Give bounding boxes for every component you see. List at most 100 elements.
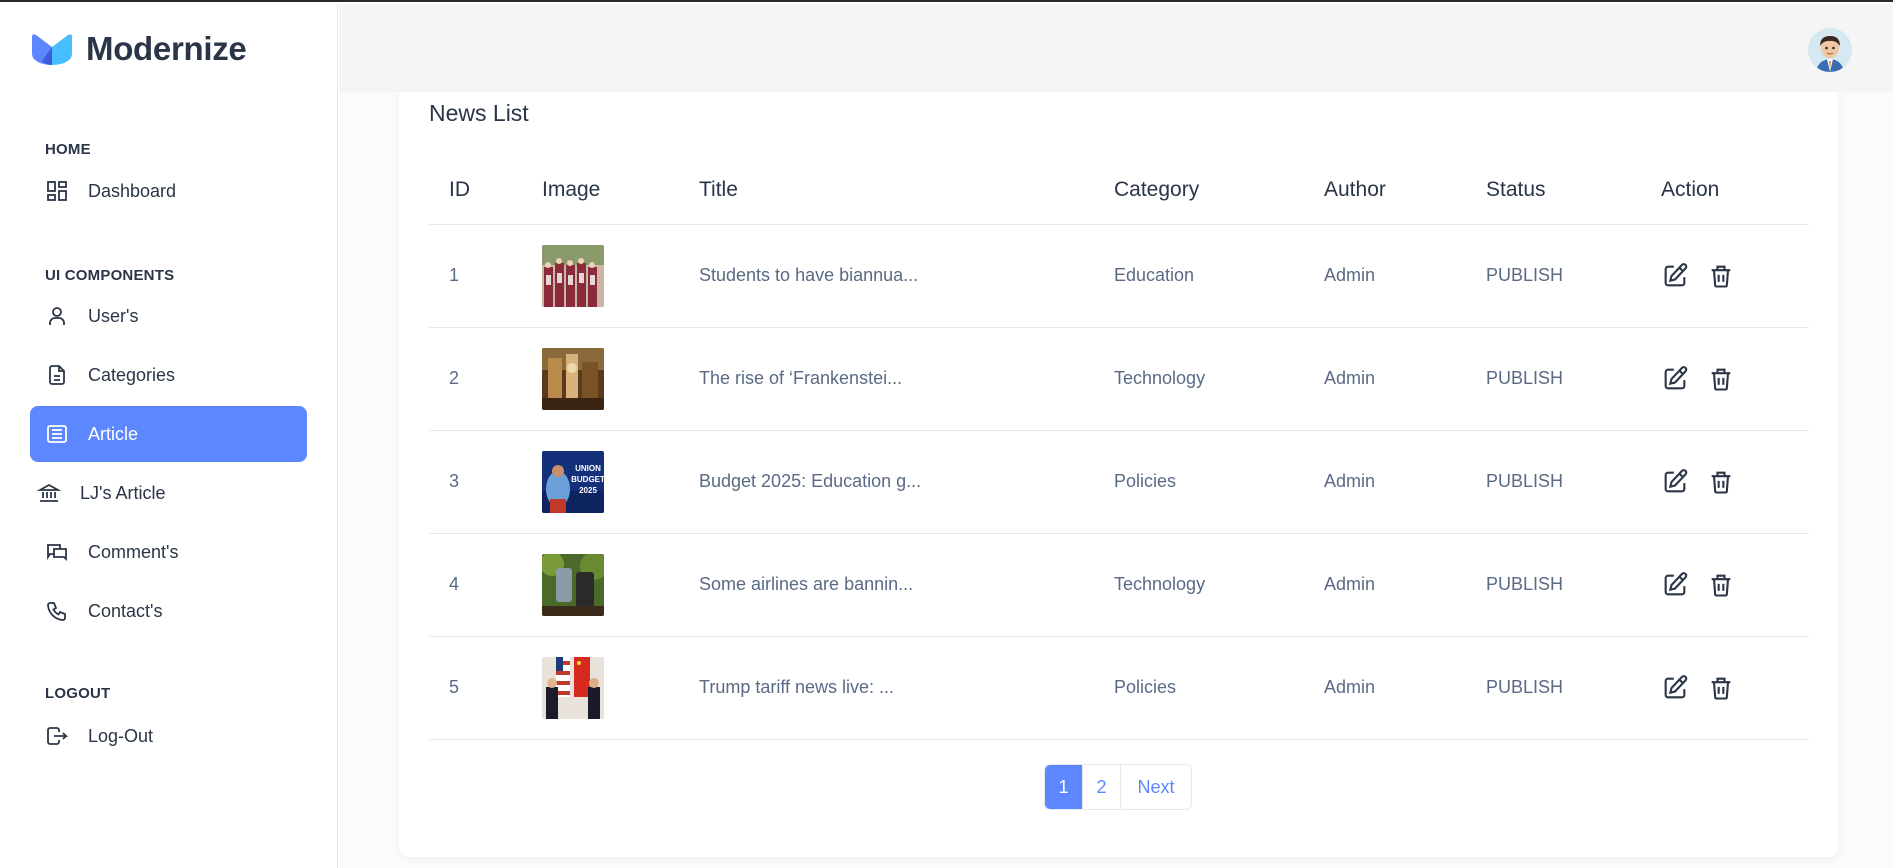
cell-category: Policies [1094,430,1304,534]
sidebar-item-article[interactable]: Article [30,406,307,462]
cell-id: 5 [429,636,522,740]
dashboard-icon [44,178,70,204]
sidebar-item-categories[interactable]: Categories [30,347,307,403]
students-photo [542,244,604,307]
cell-title[interactable]: Students to have biannua... [679,224,1094,328]
sidebar-item-label: User's [88,305,139,326]
col-author: Author [1304,156,1466,225]
sidebar-item-label: Contact's [88,600,163,621]
brand-name: Modernize [86,30,247,67]
sidebar-item-dashboard[interactable]: Dashboard [30,163,307,219]
cell-author: Admin [1304,327,1466,431]
cell-status: PUBLISH [1466,430,1641,534]
trash-icon[interactable] [1707,262,1735,290]
section-ui-components: UI COMPONENTS [45,267,175,284]
section-home: HOME [45,141,91,158]
sidebar-item-label: Dashboard [88,180,177,201]
user-avatar[interactable] [1808,28,1852,72]
powerbank-photo [542,553,604,616]
sidebar-item-label: LJ's Article [80,482,166,503]
sidebar: Modernize HOME Dashboard UI COMPONENTS U… [0,4,338,868]
cell-title[interactable]: Some airlines are bannin... [679,533,1094,637]
article-icon [44,421,70,447]
table-header-row: ID Image Title Category Author Status Ac… [429,156,1809,225]
table-row: 2 The rise of ‘Frankenstei... Technology… [429,327,1809,431]
cell-id: 4 [429,533,522,637]
cell-image [522,224,679,328]
edit-icon[interactable] [1661,571,1689,599]
edit-icon[interactable] [1661,365,1689,393]
workshop-photo [542,347,604,410]
cell-image [522,636,679,740]
cell-action [1641,430,1809,534]
trash-icon[interactable] [1707,365,1735,393]
sidebar-item-users[interactable]: User's [30,288,307,344]
brand[interactable]: Modernize [30,30,247,68]
trash-icon[interactable] [1707,468,1735,496]
main-content: News List ID Image Title Category Author… [339,92,1893,868]
pagination: 1 2 Next [1044,764,1192,810]
svg-text:BUDGET: BUDGET [571,475,604,484]
cell-id: 2 [429,327,522,431]
sidebar-item-label: Article [88,423,139,444]
cell-title[interactable]: Budget 2025: Education g... [679,430,1094,534]
edit-icon[interactable] [1661,262,1689,290]
cell-title[interactable]: The rise of ‘Frankenstei... [679,327,1094,431]
sidebar-item-logout[interactable]: Log-Out [30,708,307,764]
sidebar-item-comments[interactable]: Comment's [30,524,307,580]
next-page-button[interactable]: Next [1121,765,1191,809]
edit-icon[interactable] [1661,674,1689,702]
table-row: 3 UNION BUDGET 2025 Budget 2025: Educati… [429,430,1809,534]
col-status: Status [1466,156,1641,225]
union-budget-photo: UNION BUDGET 2025 [542,450,604,513]
cell-author: Admin [1304,430,1466,534]
sidebar-item-ljs-article[interactable]: LJ's Article [30,465,307,521]
phone-icon [44,598,70,624]
cell-image [522,327,679,431]
cell-status: PUBLISH [1466,533,1641,637]
svg-text:UNION: UNION [575,464,601,473]
flags-photo [542,656,604,719]
cell-id: 3 [429,430,522,534]
edit-icon[interactable] [1661,468,1689,496]
news-list-card: News List ID Image Title Category Author… [399,92,1838,857]
cell-category: Education [1094,224,1304,328]
col-id: ID [429,156,522,225]
cell-action [1641,636,1809,740]
top-header [339,4,1893,92]
cell-id: 1 [429,224,522,328]
cell-action [1641,327,1809,431]
cell-image: UNION BUDGET 2025 [522,430,679,534]
cell-category: Technology [1094,533,1304,637]
table-row: 1 Students to have biannua... Education … [429,224,1809,328]
cell-action [1641,533,1809,637]
cell-status: PUBLISH [1466,636,1641,740]
cell-status: PUBLISH [1466,224,1641,328]
col-image: Image [522,156,679,225]
trash-icon[interactable] [1707,571,1735,599]
bank-icon [36,480,62,506]
cell-category: Technology [1094,327,1304,431]
messages-icon [44,539,70,565]
col-title: Title [679,156,1094,225]
sidebar-item-contacts[interactable]: Contact's [30,583,307,639]
logout-icon [44,723,70,749]
page-1-button[interactable]: 1 [1045,765,1083,809]
news-table: ID Image Title Category Author Status Ac… [429,156,1809,740]
cell-image [522,533,679,637]
cell-title[interactable]: Trump tariff news live: ... [679,636,1094,740]
sidebar-item-label: Log-Out [88,725,154,746]
user-icon [44,303,70,329]
sidebar-item-label: Comment's [88,541,179,562]
table-row: 5 Trump tariff news live: ... Policies A… [429,636,1809,740]
file-icon [44,362,70,388]
page-title: News List [429,100,529,126]
trash-icon[interactable] [1707,674,1735,702]
page-2-button[interactable]: 2 [1083,765,1121,809]
cell-category: Policies [1094,636,1304,740]
table-row: 4 Some airlines are bannin... Technology [429,533,1809,637]
cell-author: Admin [1304,533,1466,637]
col-action: Action [1641,156,1809,225]
section-logout: LOGOUT [45,685,111,702]
col-category: Category [1094,156,1304,225]
